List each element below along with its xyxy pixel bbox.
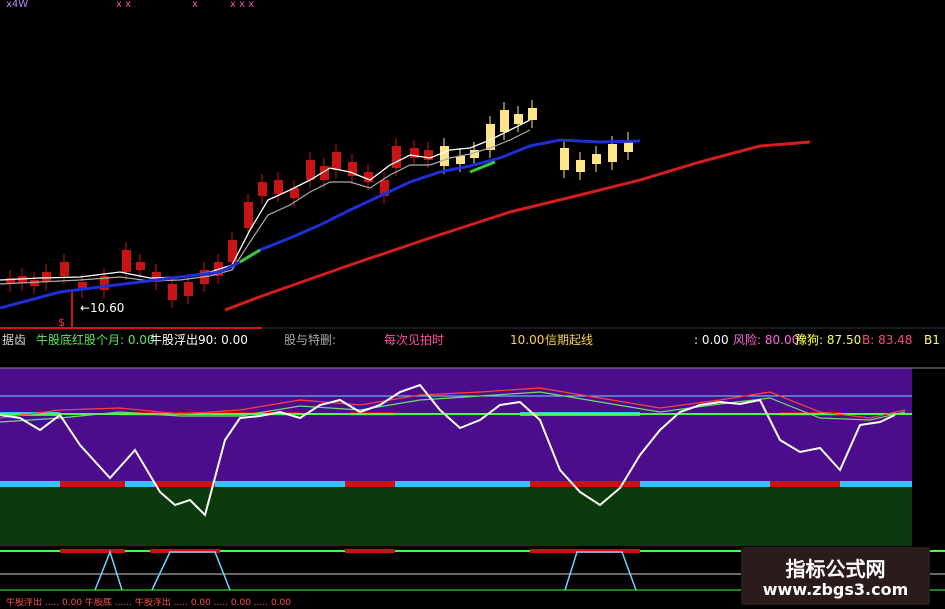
price-panel-dark-region [535,70,945,330]
candle-body [42,272,51,282]
candle-body [560,148,569,170]
signal-trap-2 [151,551,231,591]
status-b-value: B: 83.48 [862,333,913,347]
band-segment [640,481,770,487]
candle-body [274,180,283,194]
bottom-row-text: 牛股浮出 ..... 0.00 牛股底 ...... 牛股浮出 ..... 0.… [6,598,292,608]
candle-body [184,282,193,296]
signal-trap-1 [94,549,123,591]
candle-body [608,144,617,162]
candle-body [592,154,601,164]
candle-body [258,182,267,196]
band-segment [840,481,912,487]
candle-body [168,284,177,300]
stock-chart-window: x4W x x x x x x ←10.60 $ 据齿 牛股底红股个月: 0.0… [0,0,945,609]
candle-body [576,160,585,172]
signal-trap-3 [564,551,637,591]
indicator-panel-1 [0,367,945,546]
ma-white-fast [0,119,531,281]
signal-red-3 [345,549,395,553]
status-feng-xian: 风险: 80.00 [733,333,800,347]
candle-body [392,146,401,168]
status-mid-label: 每次见拍时 [384,333,445,347]
status-left-tag: 据齿 [2,333,27,347]
band-segment [125,481,155,487]
candle-body [244,202,253,228]
candle-body [364,172,373,182]
band-segment [770,481,840,487]
candle-body [122,250,131,272]
candle-body [440,146,449,166]
indicator-green-zone [0,486,912,546]
status-niu-gu-fu-chu: 牛股浮出90: 0.00 [150,333,248,347]
candle-body [332,152,341,170]
candle-body [514,114,523,124]
candle-body [456,156,465,164]
price-low-annotation: ←10.60 [80,301,124,315]
status-value-a: : 0.00 [694,333,729,347]
candle-body [306,160,315,180]
candle-body [500,110,509,132]
band-segment [395,481,530,487]
price-low-marker: $ [58,316,65,329]
site-watermark: 指标公式网 www.zbgs3.com [741,547,930,605]
candle-body [136,262,145,270]
signal-red-1 [60,549,125,553]
status-gu-xi-te: 股与特删: [284,333,337,347]
status-tag-label: 信期起线 [545,333,594,347]
band-segment [60,481,125,487]
band-segment [155,481,215,487]
band-segment [0,481,60,487]
candle-body [60,262,69,276]
status-zhuo-gou: 豫狗: 87.50 [795,333,862,347]
watermark-url: www.zbgs3.com [762,580,909,599]
watermark-title: 指标公式网 [785,557,886,581]
candle-body [528,108,537,120]
band-segment [215,481,345,487]
ma-gray [0,129,531,285]
status-mid-value: 10.00 [510,333,545,347]
status-niu-gu-di-hong: 牛股底红股个月: 0.00 [36,333,155,347]
candlestick-chart[interactable]: ←10.60 $ [0,0,945,609]
status-b1-value: B1 [924,333,940,347]
price-panel [0,70,945,330]
band-segment [345,481,395,487]
candle-body [424,150,433,160]
indicator-status-row: 据齿 牛股底红股个月: 0.00 牛股浮出90: 0.00 股与特删: 每次见拍… [0,329,945,351]
